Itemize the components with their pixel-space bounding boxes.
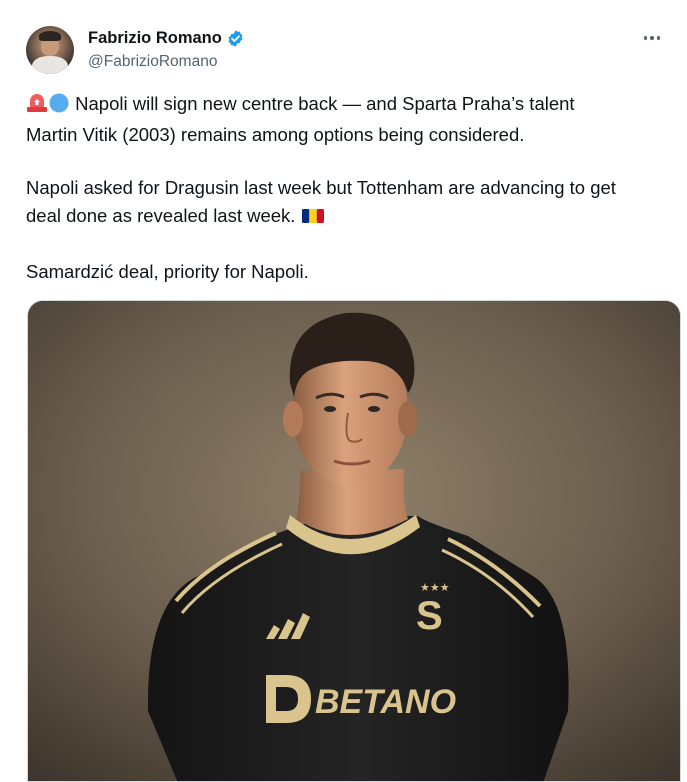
player-photo: ★★★ S BETANO — [28, 301, 680, 781]
author-name-row: Fabrizio Romano — [88, 29, 245, 48]
betano-logo-icon — [266, 675, 311, 723]
tweet-paragraph-2-line-2: deal done as revealed last week. — [26, 205, 296, 226]
tweet-paragraph-1-line-2: Martin Vitik (2003) remains among option… — [26, 124, 525, 145]
tweet-card[interactable]: Fabrizio Romano @FabrizioRomano Napoli w… — [0, 0, 687, 782]
tweet-paragraph-2: Napoli asked for Dragusin last week but … — [26, 174, 676, 233]
tweet-paragraph-2-line-1: Napoli asked for Dragusin last week but … — [26, 177, 616, 198]
author-handle[interactable]: @FabrizioRomano — [88, 53, 217, 71]
crest-letter: S — [416, 594, 443, 638]
verified-badge-icon — [226, 29, 245, 48]
tweet-paragraph-1: Napoli will sign new centre back — and S… — [26, 90, 676, 149]
more-options-icon[interactable] — [639, 28, 665, 48]
tweet-media-image[interactable]: ★★★ S BETANO — [27, 300, 681, 782]
author-avatar[interactable] — [26, 26, 74, 74]
tweet-paragraph-1-line-1: Napoli will sign new centre back — and S… — [75, 93, 575, 114]
romania-flag-emoji — [301, 205, 325, 233]
blue-circle-emoji — [48, 93, 70, 121]
crest-stars: ★★★ — [420, 581, 450, 594]
tweet-paragraph-3-line-1: Samardzić deal, priority for Napoli. — [26, 261, 309, 282]
tweet-paragraph-3: Samardzić deal, priority for Napoli. — [26, 258, 676, 286]
author-display-name[interactable]: Fabrizio Romano — [88, 29, 222, 48]
police-light-emoji — [26, 93, 48, 121]
shirt-sponsor-text: BETANO — [315, 683, 456, 721]
